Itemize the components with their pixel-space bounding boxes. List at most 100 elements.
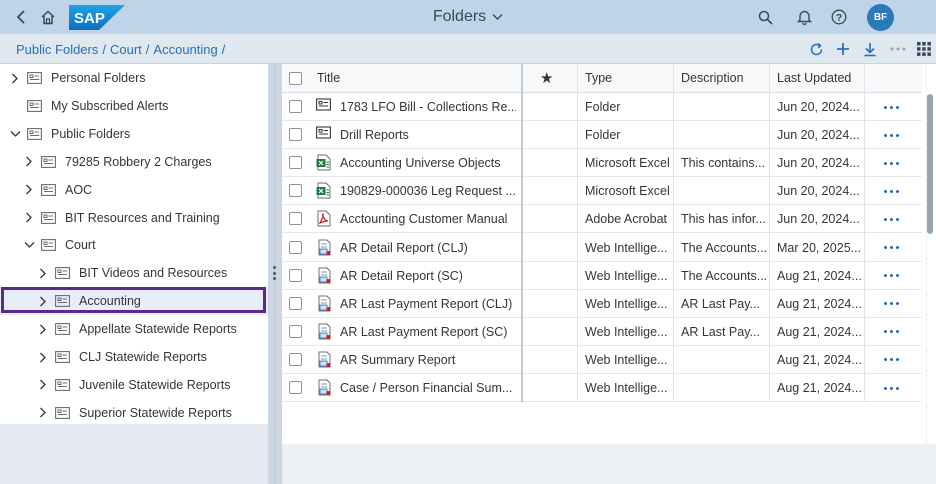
chevron-down-icon[interactable]: [9, 128, 21, 140]
webi-icon: [316, 239, 332, 256]
folder-icon: [27, 127, 42, 140]
table-row[interactable]: AR Detail Report (SC) Web Intellige... The…: [282, 262, 922, 290]
row-title[interactable]: AR Last Payment Report (CLJ): [340, 297, 516, 311]
row-more-actions-icon[interactable]: [884, 383, 902, 393]
breadcrumb-court[interactable]: Court: [110, 42, 142, 57]
row-checkbox[interactable]: [289, 184, 302, 198]
row-title[interactable]: AR Detail Report (CLJ): [340, 241, 516, 255]
sap-logo[interactable]: SAP: [69, 5, 125, 30]
excel-icon: [316, 182, 332, 199]
pane-splitter[interactable]: [268, 64, 282, 484]
search-button[interactable]: [752, 0, 778, 34]
row-checkbox[interactable]: [289, 268, 302, 282]
tree-item[interactable]: Accounting: [0, 287, 268, 316]
row-more-actions-icon[interactable]: [884, 214, 902, 224]
table-row[interactable]: AR Summary Report Web Intellige... Aug 21,…: [282, 346, 922, 374]
row-title[interactable]: Accounting Universe Objects: [340, 156, 516, 170]
chevron-right-icon[interactable]: [23, 184, 35, 196]
table-row[interactable]: 190829-000036 Leg Request ... Microsoft E…: [282, 177, 922, 206]
row-checkbox[interactable]: [289, 240, 302, 254]
chevron-left-icon: [16, 10, 25, 24]
tree-item[interactable]: 79285 Robbery 2 Charges: [0, 148, 268, 176]
row-more-actions-icon[interactable]: [884, 130, 902, 140]
column-type[interactable]: Type: [585, 71, 612, 85]
chevron-right-icon[interactable]: [37, 323, 49, 335]
breadcrumb-public-folders[interactable]: Public Folders: [16, 42, 98, 57]
chevron-right-icon[interactable]: [37, 267, 49, 279]
chevron-right-icon[interactable]: [37, 351, 49, 363]
tree-item[interactable]: Superior Statewide Reports: [0, 399, 268, 427]
row-more-actions-icon[interactable]: [884, 158, 902, 168]
row-checkbox[interactable]: [289, 324, 302, 338]
chevron-right-icon[interactable]: [9, 72, 21, 84]
column-title[interactable]: Title: [317, 71, 340, 85]
notifications-button[interactable]: [791, 0, 817, 34]
home-button[interactable]: [36, 0, 60, 34]
row-checkbox[interactable]: [289, 212, 302, 226]
tree-item[interactable]: Juvenile Statewide Reports: [0, 371, 268, 399]
tree-item[interactable]: Appellate Statewide Reports: [0, 315, 268, 343]
table-row[interactable]: AR Last Payment Report (CLJ) Web Intellig…: [282, 290, 922, 318]
row-checkbox[interactable]: [289, 100, 302, 113]
row-more-actions-icon[interactable]: [884, 355, 902, 365]
help-button[interactable]: ?: [826, 0, 852, 34]
app-title-menu[interactable]: Folders: [433, 8, 503, 26]
download-button[interactable]: [859, 36, 881, 62]
table-row[interactable]: AR Last Payment Report (SC) Web Intellige…: [282, 318, 922, 346]
tree-item[interactable]: Public Folders: [0, 120, 268, 148]
splitter-grip-icon[interactable]: [273, 266, 276, 280]
more-toolbar-button[interactable]: [887, 36, 909, 62]
row-checkbox[interactable]: [289, 156, 302, 170]
row-more-actions-icon[interactable]: [884, 327, 902, 337]
row-title[interactable]: Acctounting Customer Manual: [340, 212, 516, 226]
row-title[interactable]: AR Summary Report: [340, 353, 516, 367]
row-more-actions-icon[interactable]: [884, 299, 902, 309]
row-title[interactable]: AR Detail Report (SC): [340, 269, 516, 283]
row-checkbox[interactable]: [289, 352, 302, 366]
tree-item[interactable]: BIT Resources and Training: [0, 204, 268, 232]
chevron-right-icon[interactable]: [37, 379, 49, 391]
row-checkbox[interactable]: [289, 296, 302, 310]
row-title[interactable]: 1783 LFO Bill - Collections Re...: [340, 100, 516, 114]
refresh-button[interactable]: [805, 36, 827, 62]
table-row[interactable]: Case / Person Financial Sum... Web Intell…: [282, 374, 922, 402]
tree-item[interactable]: CLJ Statewide Reports: [0, 343, 268, 371]
app-grid-button[interactable]: [913, 36, 935, 62]
row-last-updated: Aug 21, 2024...: [777, 352, 862, 367]
chevron-right-icon[interactable]: [37, 295, 49, 307]
scrollbar-thumb[interactable]: [927, 94, 933, 234]
column-last-updated[interactable]: Last Updated: [777, 71, 851, 85]
table-row[interactable]: Drill Reports Folder Jun 20, 2024...: [282, 121, 922, 150]
row-more-actions-icon[interactable]: [884, 243, 902, 253]
tree-item[interactable]: BIT Videos and Resources: [0, 259, 268, 287]
chevron-right-icon[interactable]: [23, 156, 35, 168]
chevron-down-icon[interactable]: [23, 239, 35, 251]
row-title[interactable]: Case / Person Financial Sum...: [340, 381, 516, 395]
row-title[interactable]: AR Last Payment Report (SC): [340, 325, 516, 339]
chevron-right-icon[interactable]: [23, 212, 35, 224]
row-checkbox[interactable]: [289, 128, 302, 142]
table-row[interactable]: Accounting Universe Objects Microsoft Exc…: [282, 149, 922, 178]
tree-item[interactable]: Personal Folders: [0, 64, 268, 92]
row-title[interactable]: Drill Reports: [340, 128, 516, 142]
row-more-actions-icon[interactable]: [884, 186, 902, 196]
column-description[interactable]: Description: [681, 71, 744, 85]
back-button[interactable]: [8, 0, 34, 34]
search-icon: [758, 10, 773, 25]
table-row[interactable]: Acctounting Customer Manual Adobe Acrobat…: [282, 205, 922, 234]
chevron-right-icon[interactable]: [37, 407, 49, 419]
table-row[interactable]: 1783 LFO Bill - Collections Re... Folder J…: [282, 93, 922, 121]
row-title[interactable]: 190829-000036 Leg Request ...: [340, 184, 516, 198]
row-checkbox[interactable]: [289, 381, 302, 394]
tree-item[interactable]: Court: [0, 231, 268, 259]
user-avatar[interactable]: BF: [867, 4, 894, 31]
select-all-checkbox[interactable]: [289, 72, 302, 85]
row-more-actions-icon[interactable]: [884, 102, 902, 112]
table-row[interactable]: AR Detail Report (CLJ) Web Intellige... Th…: [282, 234, 922, 262]
tree-item[interactable]: My Subscribed Alerts: [0, 92, 268, 120]
add-button[interactable]: [832, 36, 854, 62]
row-more-actions-icon[interactable]: [884, 271, 902, 281]
breadcrumb-accounting[interactable]: Accounting: [153, 42, 217, 57]
tree-item[interactable]: AOC: [0, 176, 268, 204]
column-favorite-star-icon[interactable]: ★: [540, 69, 553, 87]
